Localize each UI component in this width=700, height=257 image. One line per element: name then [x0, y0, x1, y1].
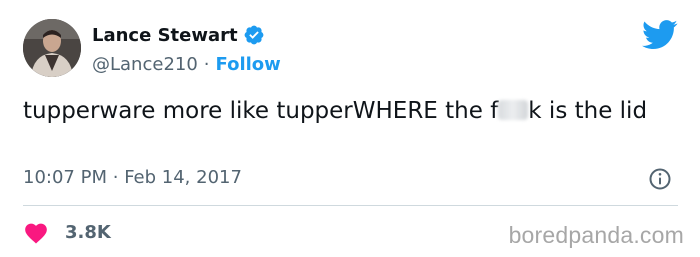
tweet-text-part-2: k is the lid: [528, 98, 648, 124]
author-name-row: Lance Stewart: [92, 22, 281, 48]
handle-separator: ·: [203, 53, 210, 75]
avatar[interactable]: [23, 19, 81, 77]
author-handle[interactable]: @Lance210: [92, 54, 198, 75]
author-handle-row: @Lance210 · Follow: [92, 52, 281, 76]
tweet-time: 10:07 PM: [23, 167, 107, 188]
author-block: Lance Stewart @Lance210 · Follow: [92, 22, 281, 76]
follow-button[interactable]: Follow: [216, 54, 281, 75]
censor-blur: [498, 100, 529, 120]
like-count: 3.8K: [65, 221, 111, 243]
avatar-photo: [23, 19, 81, 77]
info-icon[interactable]: [648, 167, 672, 191]
tweet-date: Feb 14, 2017: [124, 167, 242, 188]
tweet-text-part-1: tupperware more like tupperWHERE the f: [23, 98, 499, 124]
twitter-bird-icon[interactable]: [642, 20, 678, 50]
author-display-name[interactable]: Lance Stewart: [92, 25, 238, 46]
tweet-timestamp[interactable]: 10:07 PM · Feb 14, 2017: [23, 167, 242, 188]
verified-badge-icon: [244, 25, 264, 45]
like-button[interactable]: 3.8K: [23, 220, 111, 244]
timestamp-separator: ·: [112, 167, 119, 188]
tweet-card: Lance Stewart @Lance210 · Follow tupperw…: [0, 0, 700, 257]
watermark: boredpanda.com: [508, 222, 684, 248]
heart-icon: [25, 223, 47, 244]
divider: [23, 205, 678, 206]
tweet-text: tupperware more like tupperWHERE the f k …: [23, 96, 683, 127]
